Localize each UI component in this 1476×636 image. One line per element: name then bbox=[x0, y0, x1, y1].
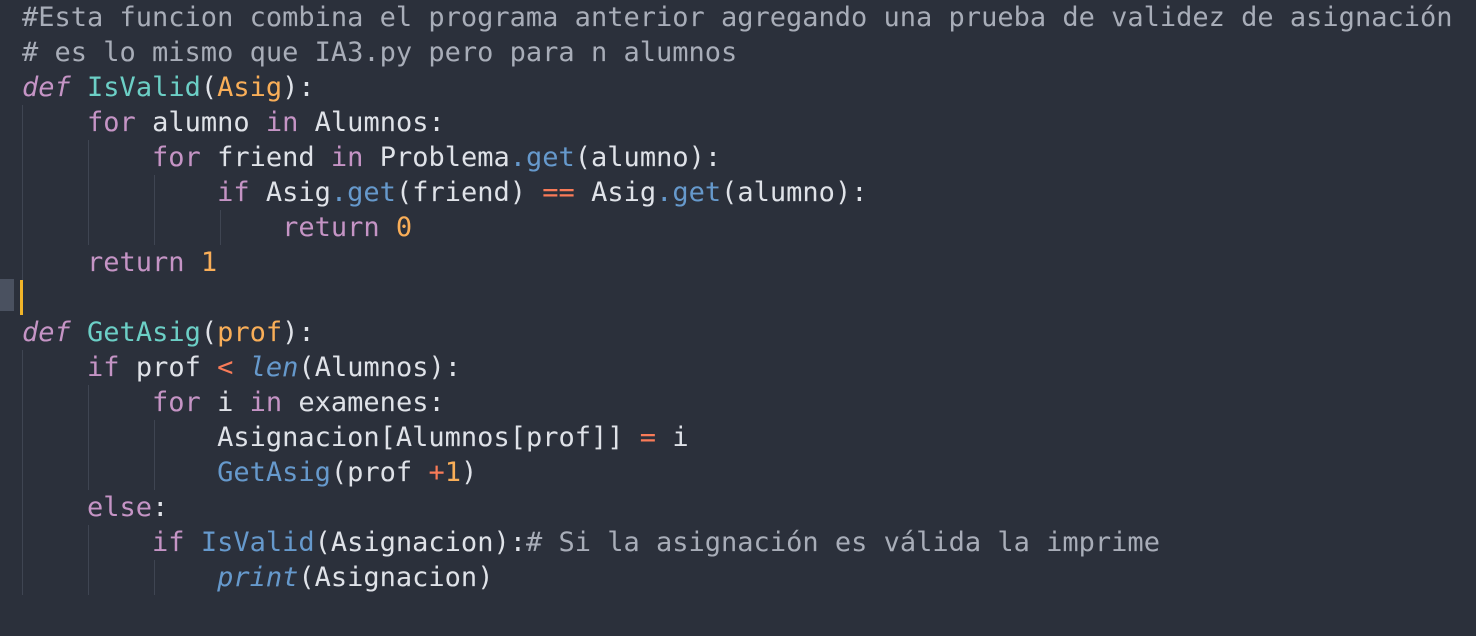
code-line[interactable]: for friend in Problema.get(alumno): bbox=[22, 140, 1476, 175]
code-line[interactable]: if IsValid(Asignacion):# Si la asignació… bbox=[22, 525, 1476, 560]
code-line-text: if prof < len(Alumnos): bbox=[87, 352, 462, 383]
code-line[interactable]: def IsValid(Asig): bbox=[22, 70, 1476, 105]
code-editor[interactable]: #Esta funcion combina el programa anteri… bbox=[0, 0, 1476, 636]
code-line-text: # es lo mismo que IA3.py pero para n alu… bbox=[22, 37, 738, 68]
indent-guide bbox=[88, 385, 89, 420]
code-area[interactable]: #Esta funcion combina el programa anteri… bbox=[22, 0, 1476, 595]
indent-guide bbox=[88, 420, 89, 455]
indent-guide bbox=[154, 560, 155, 595]
code-line-text: print(Asignacion) bbox=[217, 562, 494, 593]
code-line-text: return 0 bbox=[282, 212, 413, 243]
code-line-text: def GetAsig(prof): bbox=[22, 317, 315, 348]
code-line-text: if Asig.get(friend) == Asig.get(alumno): bbox=[217, 177, 868, 208]
code-line[interactable]: def GetAsig(prof): bbox=[22, 315, 1476, 350]
code-line[interactable]: #Esta funcion combina el programa anteri… bbox=[22, 0, 1476, 35]
code-line-text: if IsValid(Asignacion):# Si la asignació… bbox=[152, 527, 1160, 558]
code-line[interactable]: for alumno in Alumnos: bbox=[22, 105, 1476, 140]
indent-guide bbox=[88, 525, 89, 560]
indent-guide bbox=[22, 140, 23, 175]
indent-guide bbox=[88, 175, 89, 210]
current-line-gutter-marker bbox=[0, 279, 14, 311]
code-line-text: return 1 bbox=[87, 247, 218, 278]
indent-guide bbox=[22, 525, 23, 560]
code-line-text: GetAsig(prof +1) bbox=[217, 457, 478, 488]
code-line[interactable]: for i in examenes: bbox=[22, 385, 1476, 420]
code-line-text: Asignacion[Alumnos[prof]] = i bbox=[217, 422, 689, 453]
indent-guide bbox=[220, 210, 221, 245]
code-line[interactable]: GetAsig(prof +1) bbox=[22, 455, 1476, 490]
code-line-text: else: bbox=[87, 492, 169, 523]
indent-guide bbox=[88, 140, 89, 175]
code-line[interactable]: return 1 bbox=[22, 245, 1476, 280]
code-line[interactable]: if Asig.get(friend) == Asig.get(alumno): bbox=[22, 175, 1476, 210]
indent-guide bbox=[22, 455, 23, 490]
indent-guide bbox=[22, 350, 23, 385]
indent-guide bbox=[22, 560, 23, 595]
indent-guide bbox=[22, 175, 23, 210]
indent-guide bbox=[22, 245, 23, 280]
code-line[interactable]: if prof < len(Alumnos): bbox=[22, 350, 1476, 385]
indent-guide bbox=[154, 175, 155, 210]
code-line[interactable]: return 0 bbox=[22, 210, 1476, 245]
indent-guide bbox=[88, 455, 89, 490]
code-line[interactable]: Asignacion[Alumnos[prof]] = i bbox=[22, 420, 1476, 455]
indent-guide bbox=[22, 210, 23, 245]
indent-guide bbox=[154, 420, 155, 455]
code-line-text: #Esta funcion combina el programa anteri… bbox=[22, 2, 1453, 33]
indent-guide bbox=[154, 455, 155, 490]
code-line[interactable]: else: bbox=[22, 490, 1476, 525]
code-line[interactable]: print(Asignacion) bbox=[22, 560, 1476, 595]
indent-guide bbox=[22, 385, 23, 420]
code-line-text: for i in examenes: bbox=[152, 387, 445, 418]
indent-guide bbox=[22, 105, 23, 140]
code-line[interactable] bbox=[22, 280, 1476, 315]
indent-guide bbox=[88, 560, 89, 595]
indent-guide bbox=[22, 490, 23, 525]
indent-guide bbox=[88, 210, 89, 245]
code-line-text: for friend in Problema.get(alumno): bbox=[152, 142, 722, 173]
code-line[interactable]: # es lo mismo que IA3.py pero para n alu… bbox=[22, 35, 1476, 70]
code-line-text: for alumno in Alumnos: bbox=[87, 107, 445, 138]
code-line-text: def IsValid(Asig): bbox=[22, 72, 315, 103]
indent-guide bbox=[22, 420, 23, 455]
indent-guide bbox=[154, 210, 155, 245]
